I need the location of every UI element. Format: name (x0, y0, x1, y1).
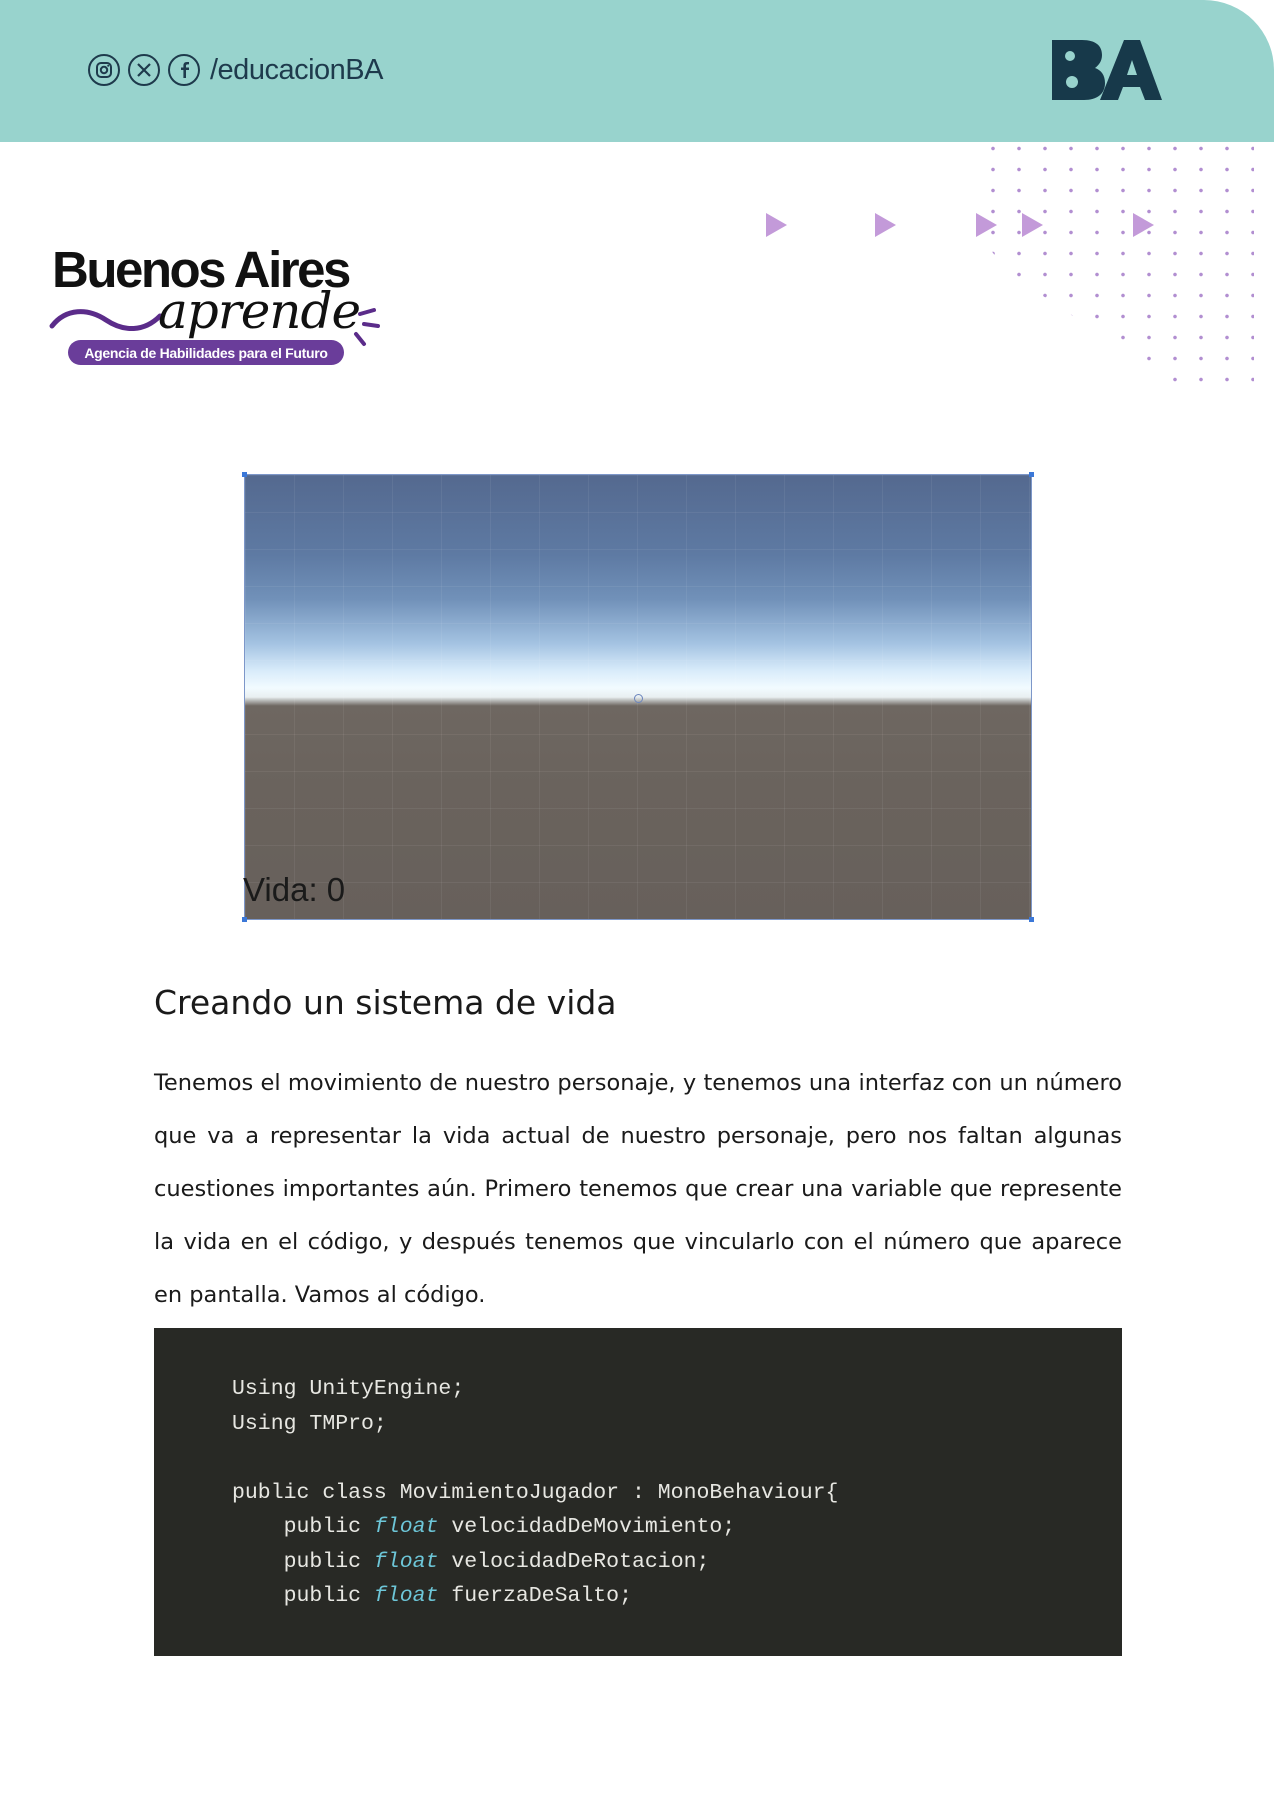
crosshair-icon (634, 694, 643, 703)
selection-handle (1029, 472, 1034, 477)
logo-script: aprende (158, 282, 361, 340)
code-line: Using UnityEngine; (232, 1377, 465, 1401)
buenos-aires-aprende-logo: Buenos Aires aprende Agencia de Habilida… (48, 240, 388, 370)
decorative-triangle (766, 213, 787, 237)
code-token: public (283, 1515, 362, 1539)
code-token: fuerzaDeSalto; (451, 1584, 632, 1608)
code-keyword: float (373, 1584, 439, 1608)
facebook-icon[interactable] (168, 54, 200, 86)
decorative-triangle (976, 213, 997, 237)
code-keyword: float (373, 1515, 439, 1539)
x-icon[interactable] (128, 54, 160, 86)
decorative-dot-pattern (980, 138, 1254, 382)
game-view-screenshot: Vida: 0 (242, 472, 1034, 922)
decorative-triangle (875, 213, 896, 237)
social-handle[interactable]: /educacionBA (210, 54, 383, 87)
code-token: public (283, 1584, 362, 1608)
instagram-icon[interactable] (88, 54, 120, 86)
code-token: velocidadDeRotacion; (451, 1549, 710, 1574)
section-paragraph: Tenemos el movimiento de nuestro persona… (154, 1070, 1122, 1308)
code-text: Using UnityEngine; Using TMPro; public c… (232, 1372, 838, 1614)
code-line: Using TMPro; (232, 1411, 387, 1436)
section-heading: Creando un sistema de vida (154, 983, 617, 1022)
code-token: velocidadDeMovimiento; (451, 1515, 736, 1539)
decorative-triangle (1022, 213, 1043, 237)
health-hud-text: Vida: 0 (243, 871, 346, 908)
selection-handle (242, 472, 247, 477)
selection-handle (1029, 917, 1034, 922)
selection-handle (242, 917, 247, 922)
ba-logo-icon (1052, 40, 1162, 100)
code-block: Using UnityEngine; Using TMPro; public c… (154, 1328, 1122, 1656)
ba-logo (1052, 40, 1162, 106)
decorative-triangle (1133, 213, 1154, 237)
header-band: /educacionBA (0, 0, 1274, 142)
logo-tagline: Agencia de Habilidades para el Futuro (68, 340, 344, 365)
social-links: /educacionBA (88, 52, 383, 88)
code-keyword: float (373, 1549, 439, 1574)
code-token: public (283, 1549, 362, 1574)
code-line: public class MovimientoJugador : MonoBeh… (232, 1480, 839, 1505)
